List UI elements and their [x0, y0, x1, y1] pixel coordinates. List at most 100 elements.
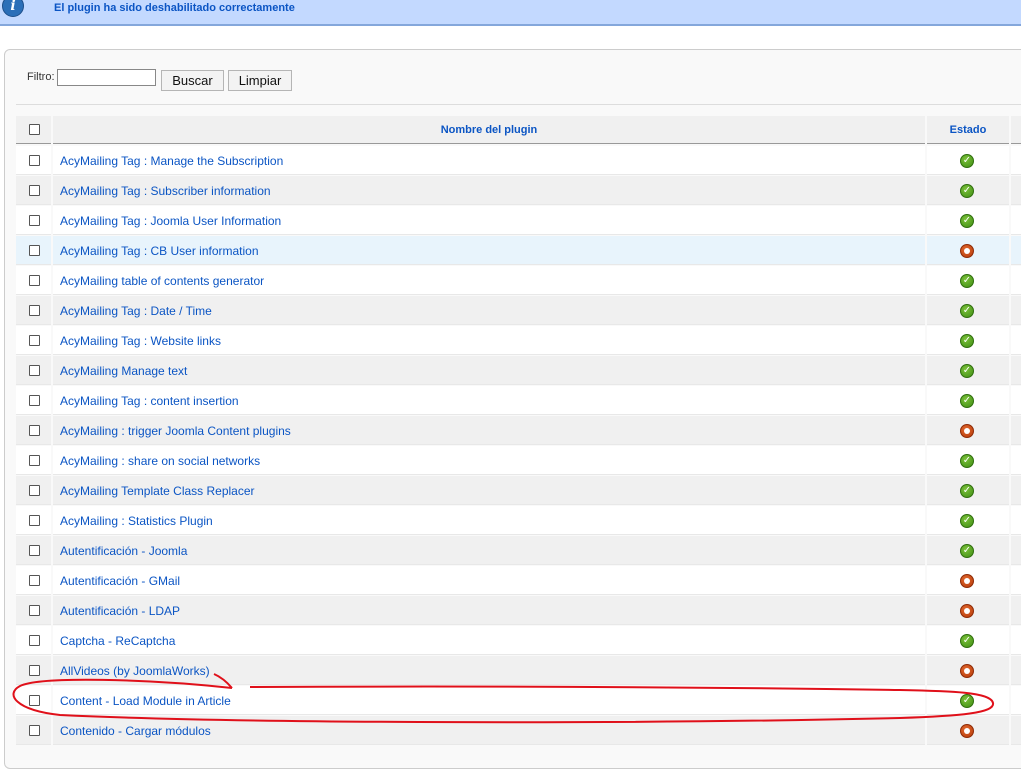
enabled-check-icon[interactable]: ✓ — [960, 364, 974, 378]
row-checkbox[interactable] — [29, 365, 40, 376]
plugin-name-cell: AcyMailing : Statistics Plugin — [53, 506, 925, 535]
row-checkbox-cell — [16, 506, 51, 535]
enabled-check-icon[interactable]: ✓ — [960, 694, 974, 708]
plugin-name-link[interactable]: AcyMailing Tag : CB User information — [60, 244, 259, 258]
plugin-name-link[interactable]: AcyMailing Tag : Joomla User Information — [60, 214, 281, 228]
disabled-icon[interactable] — [960, 724, 974, 738]
row-checkbox-cell — [16, 716, 51, 745]
row-checkbox-cell — [16, 386, 51, 415]
table-row: Captcha - ReCaptcha ✓ — [16, 626, 1021, 656]
disabled-icon[interactable] — [960, 244, 974, 258]
plugin-state-cell: ✓ — [927, 176, 1009, 205]
plugin-name-link[interactable]: Autentificación - LDAP — [60, 604, 180, 618]
plugin-name-link[interactable]: AcyMailing : trigger Joomla Content plug… — [60, 424, 291, 438]
enabled-check-icon[interactable]: ✓ — [960, 484, 974, 498]
plugin-name-link[interactable]: AcyMailing Tag : content insertion — [60, 394, 239, 408]
info-icon: i — [2, 0, 24, 17]
extra-cell — [1011, 446, 1021, 475]
plugin-table-body: AcyMailing Tag : Manage the Subscription… — [16, 146, 1021, 746]
row-checkbox[interactable] — [29, 725, 40, 736]
row-checkbox[interactable] — [29, 665, 40, 676]
search-button[interactable]: Buscar — [161, 70, 224, 91]
reset-button[interactable]: Limpiar — [228, 70, 292, 91]
row-checkbox[interactable] — [29, 485, 40, 496]
row-checkbox[interactable] — [29, 335, 40, 346]
enabled-check-icon[interactable]: ✓ — [960, 154, 974, 168]
extra-cell — [1011, 236, 1021, 265]
plugin-name-cell: Autentificación - LDAP — [53, 596, 925, 625]
filter-label: Filtro: — [27, 71, 55, 83]
row-checkbox[interactable] — [29, 545, 40, 556]
row-checkbox[interactable] — [29, 515, 40, 526]
enabled-check-icon[interactable]: ✓ — [960, 184, 974, 198]
plugin-name-cell: AcyMailing Tag : Joomla User Information — [53, 206, 925, 235]
plugin-name-link[interactable]: Contenido - Cargar módulos — [60, 724, 211, 738]
plugin-name-link[interactable]: AcyMailing Tag : Date / Time — [60, 304, 212, 318]
plugin-state-cell: ✓ — [927, 476, 1009, 505]
row-checkbox-cell — [16, 686, 51, 715]
extra-cell — [1011, 296, 1021, 325]
plugin-state-cell: ✓ — [927, 326, 1009, 355]
plugin-name-link[interactable]: Autentificación - GMail — [60, 574, 180, 588]
enabled-check-icon[interactable]: ✓ — [960, 514, 974, 528]
plugin-state-cell: ✓ — [927, 146, 1009, 175]
row-checkbox-cell — [16, 536, 51, 565]
enabled-check-icon[interactable]: ✓ — [960, 544, 974, 558]
row-checkbox[interactable] — [29, 395, 40, 406]
plugin-state-cell: ✓ — [927, 296, 1009, 325]
table-row: AllVideos (by JoomlaWorks) — [16, 656, 1021, 686]
row-checkbox[interactable] — [29, 215, 40, 226]
plugin-state-cell: ✓ — [927, 356, 1009, 385]
plugin-state-cell: ✓ — [927, 386, 1009, 415]
filter-input[interactable] — [57, 69, 156, 86]
disabled-icon[interactable] — [960, 604, 974, 618]
plugin-name-link[interactable]: Captcha - ReCaptcha — [60, 634, 175, 648]
row-checkbox[interactable] — [29, 635, 40, 646]
plugin-name-cell: AcyMailing : trigger Joomla Content plug… — [53, 416, 925, 445]
plugin-name-link[interactable]: AcyMailing Tag : Subscriber information — [60, 184, 271, 198]
plugin-name-link[interactable]: AcyMailing Tag : Website links — [60, 334, 221, 348]
disabled-icon[interactable] — [960, 574, 974, 588]
row-checkbox[interactable] — [29, 425, 40, 436]
row-checkbox[interactable] — [29, 575, 40, 586]
plugin-name-link[interactable]: AcyMailing Tag : Manage the Subscription — [60, 154, 283, 168]
extra-cell — [1011, 266, 1021, 295]
plugin-name-link[interactable]: AcyMailing : share on social networks — [60, 454, 260, 468]
disabled-icon[interactable] — [960, 424, 974, 438]
row-checkbox[interactable] — [29, 605, 40, 616]
plugin-name-link[interactable]: AllVideos (by JoomlaWorks) — [60, 664, 210, 678]
row-checkbox-cell — [16, 206, 51, 235]
enabled-check-icon[interactable]: ✓ — [960, 454, 974, 468]
row-checkbox[interactable] — [29, 245, 40, 256]
plugin-name-link[interactable]: Autentificación - Joomla — [60, 544, 187, 558]
enabled-check-icon[interactable]: ✓ — [960, 304, 974, 318]
disabled-icon[interactable] — [960, 664, 974, 678]
table-row: AcyMailing Tag : Date / Time ✓ — [16, 296, 1021, 326]
plugin-name-link[interactable]: Content - Load Module in Article — [60, 694, 231, 708]
column-header-state[interactable]: Estado — [927, 116, 1009, 144]
plugin-name-link[interactable]: AcyMailing : Statistics Plugin — [60, 514, 213, 528]
enabled-check-icon[interactable]: ✓ — [960, 394, 974, 408]
column-header-name[interactable]: Nombre del plugin — [53, 116, 925, 144]
row-checkbox[interactable] — [29, 695, 40, 706]
plugin-name-cell: AcyMailing Tag : Date / Time — [53, 296, 925, 325]
extra-cell — [1011, 716, 1021, 745]
plugin-name-link[interactable]: AcyMailing table of contents generator — [60, 274, 264, 288]
row-checkbox[interactable] — [29, 455, 40, 466]
row-checkbox[interactable] — [29, 275, 40, 286]
row-checkbox[interactable] — [29, 155, 40, 166]
enabled-check-icon[interactable]: ✓ — [960, 634, 974, 648]
enabled-check-icon[interactable]: ✓ — [960, 214, 974, 228]
plugin-name-link[interactable]: AcyMailing Template Class Replacer — [60, 484, 255, 498]
plugin-state-cell: ✓ — [927, 686, 1009, 715]
row-checkbox[interactable] — [29, 305, 40, 316]
enabled-check-icon[interactable]: ✓ — [960, 334, 974, 348]
plugin-name-cell: AcyMailing Tag : CB User information — [53, 236, 925, 265]
plugin-name-cell: Autentificación - Joomla — [53, 536, 925, 565]
enabled-check-icon[interactable]: ✓ — [960, 274, 974, 288]
plugin-name-cell: AcyMailing Tag : Manage the Subscription — [53, 146, 925, 175]
select-all-checkbox[interactable] — [29, 124, 40, 135]
plugin-state-cell — [927, 566, 1009, 595]
row-checkbox[interactable] — [29, 185, 40, 196]
plugin-name-link[interactable]: AcyMailing Manage text — [60, 364, 187, 378]
